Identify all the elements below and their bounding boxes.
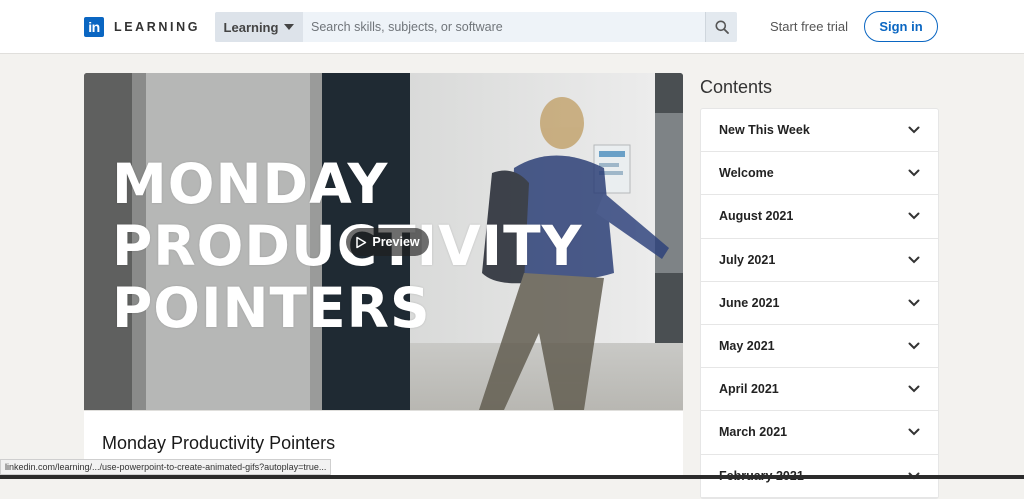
chevron-down-icon xyxy=(908,428,920,436)
contents-item-label: May 2021 xyxy=(719,339,775,354)
contents-item-august-2021[interactable]: August 2021 xyxy=(701,195,938,239)
contents-item-march-2021[interactable]: March 2021 xyxy=(701,411,938,455)
chevron-down-icon xyxy=(908,126,920,134)
contents-item-label: June 2021 xyxy=(719,295,780,310)
contents-item-label: Welcome xyxy=(719,166,774,181)
chevron-down-icon xyxy=(908,212,920,220)
search-input[interactable] xyxy=(303,12,705,42)
brand-wordmark: LEARNING xyxy=(114,20,201,34)
window-bottom-edge xyxy=(0,475,1024,479)
search-bar: Learning xyxy=(215,12,737,42)
preview-button[interactable]: Preview xyxy=(346,228,429,256)
chevron-down-icon xyxy=(908,256,920,264)
search-button[interactable] xyxy=(705,12,737,42)
chevron-down-icon xyxy=(908,299,920,307)
search-scope-label: Learning xyxy=(223,19,279,35)
preview-label: Preview xyxy=(372,235,420,249)
contents-item-may-2021[interactable]: May 2021 xyxy=(701,325,938,369)
contents-item-label: August 2021 xyxy=(719,209,794,224)
linkedin-learning-logo[interactable]: in LEARNING xyxy=(84,17,200,37)
contents-item-july-2021[interactable]: July 2021 xyxy=(701,239,938,282)
chevron-down-icon xyxy=(908,385,920,393)
contents-item-label: April 2021 xyxy=(719,382,779,397)
contents-item-label: New This Week xyxy=(719,123,810,138)
course-video-player[interactable]: MONDAY PRODUCTIVITY POINTERS Preview xyxy=(84,73,683,410)
play-icon xyxy=(356,236,367,248)
caret-down-icon xyxy=(284,24,295,30)
search-icon xyxy=(715,20,729,34)
chevron-down-icon xyxy=(908,169,920,177)
course-title: Monday Productivity Pointers xyxy=(102,433,336,453)
contents-item-label: July 2021 xyxy=(719,252,776,267)
contents-item-welcome[interactable]: Welcome xyxy=(701,152,938,196)
overlay-line-3: POINTERS xyxy=(112,276,431,340)
overlay-line-1: MONDAY xyxy=(112,152,389,216)
linkedin-icon: in xyxy=(84,17,104,37)
sign-in-button[interactable]: Sign in xyxy=(864,11,938,42)
contents-accordion: New This Week Welcome August 2021 July 2… xyxy=(700,108,939,499)
contents-item-june-2021[interactable]: June 2021 xyxy=(701,282,938,325)
contents-item-april-2021[interactable]: April 2021 xyxy=(701,368,938,412)
chevron-down-icon xyxy=(908,342,920,350)
browser-status-url: linkedin.com/learning/.../use-powerpoint… xyxy=(0,459,332,475)
contents-item-label: March 2021 xyxy=(719,425,788,440)
start-free-trial-link[interactable]: Start free trial xyxy=(770,19,848,34)
search-scope-dropdown[interactable]: Learning xyxy=(215,12,303,42)
top-header: in LEARNING Learning Start free trial Si… xyxy=(0,0,1024,54)
contents-heading: Contents xyxy=(700,77,773,97)
contents-item-new-this-week[interactable]: New This Week xyxy=(701,109,938,153)
